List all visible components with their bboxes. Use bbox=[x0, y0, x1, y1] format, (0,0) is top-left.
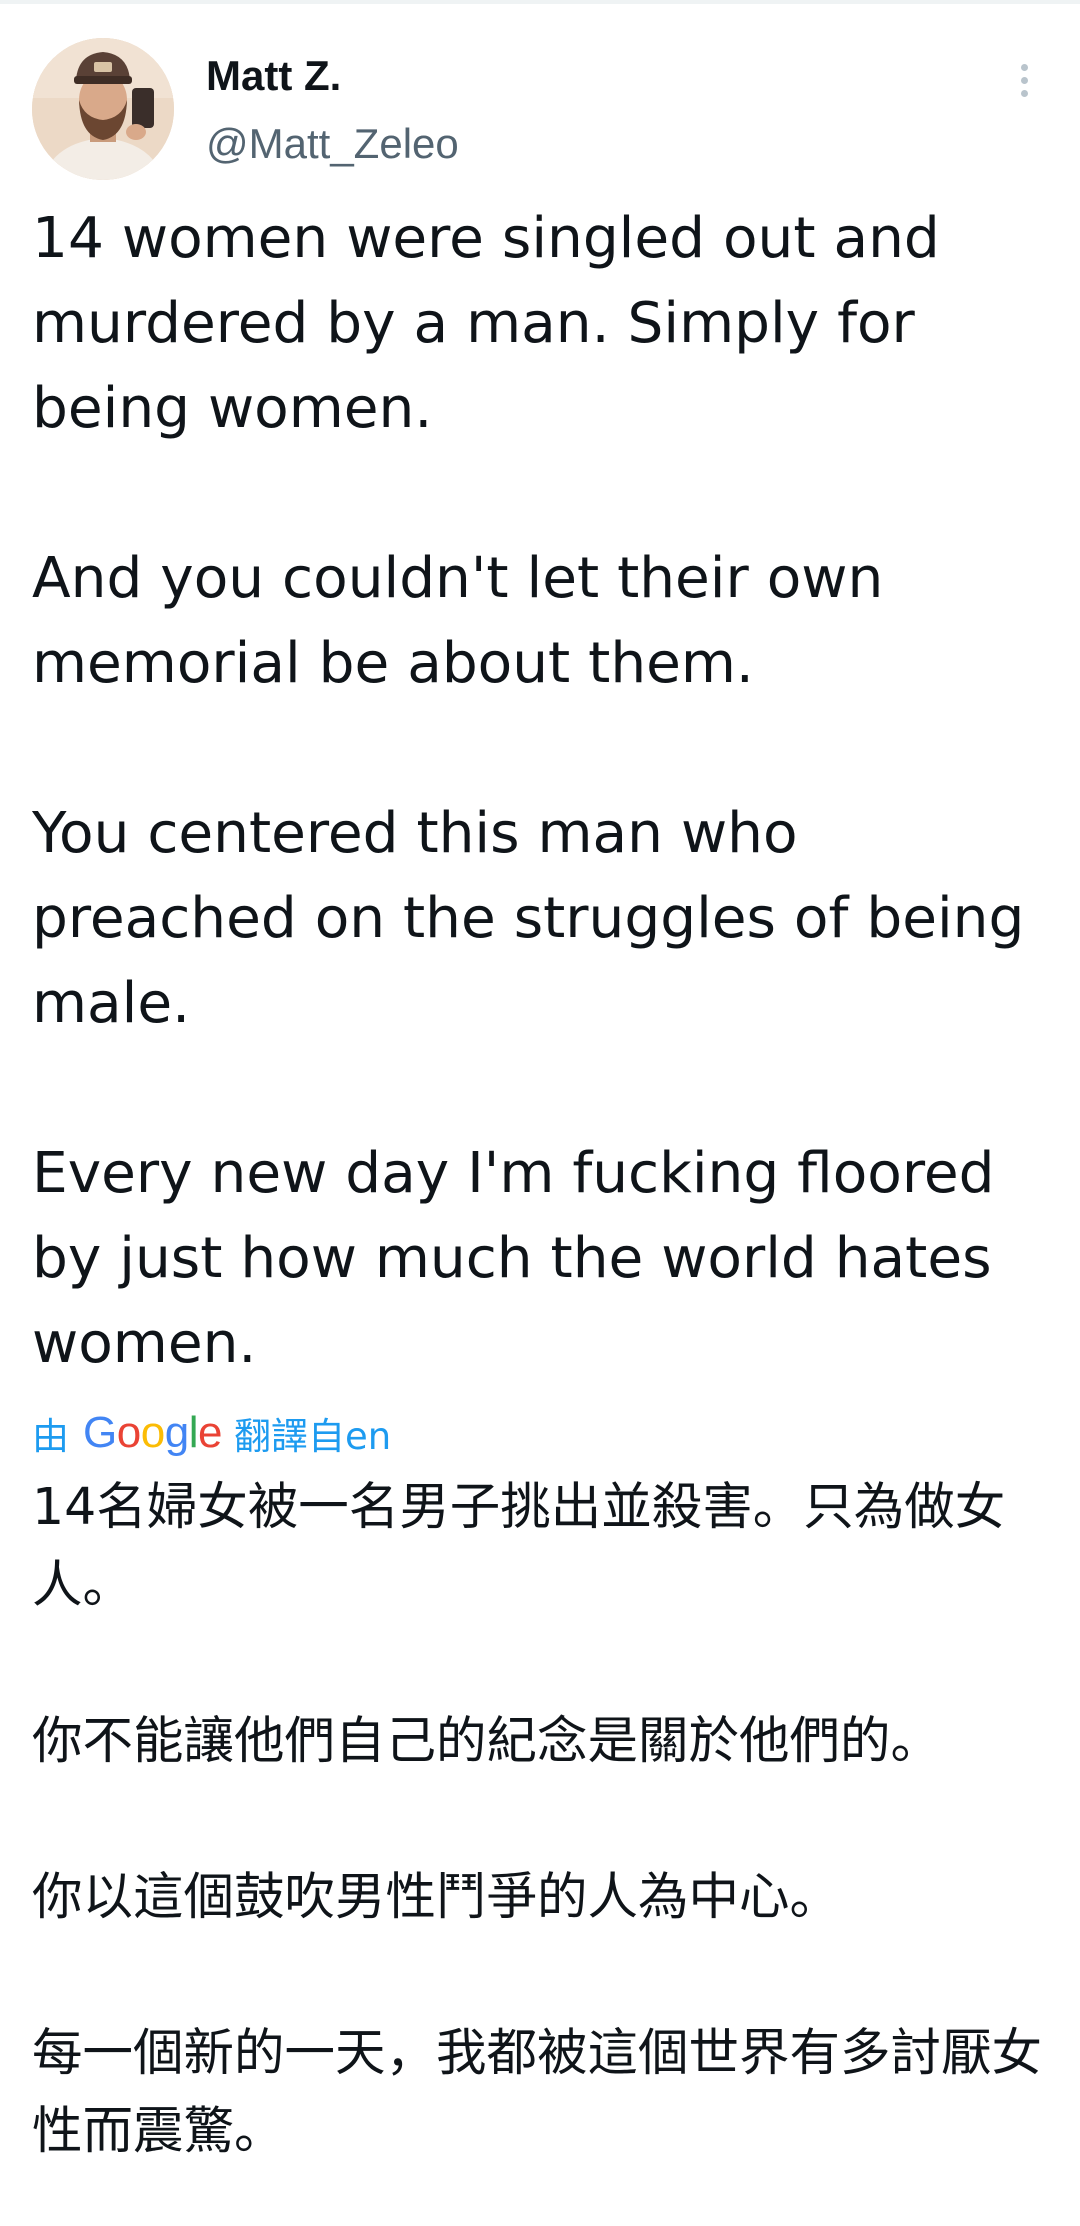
author-info: Matt Z. @Matt_Zeleo bbox=[206, 50, 459, 170]
tweet-text: 14 women were singled out and murdered b… bbox=[32, 196, 1048, 1386]
more-vertical-icon bbox=[1020, 63, 1028, 71]
translated-paragraph: 你以這個鼓吹男性鬥爭的人為中心。 bbox=[32, 1867, 840, 1926]
more-options-button[interactable] bbox=[1002, 58, 1046, 102]
tweet-paragraph: And you couldn't let their own memorial … bbox=[32, 546, 884, 696]
author-handle[interactable]: @Matt_Zeleo bbox=[206, 118, 459, 170]
translated-paragraph: 每一個新的一天，我都被這個世界有多討厭女性而震驚。 bbox=[32, 2023, 1042, 2160]
translation-source-language: 翻譯自en bbox=[233, 1415, 392, 1458]
tweet-paragraph: You centered this man who preached on th… bbox=[32, 801, 1025, 1036]
translated-paragraph: 14名婦女被一名男子挑出並殺害。只為做女人。 bbox=[32, 1477, 1006, 1614]
tweet-header: Matt Z. @Matt_Zeleo bbox=[0, 0, 1080, 200]
translated-paragraph: 你不能讓他們自己的紀念是關於他們的。 bbox=[32, 1711, 941, 1770]
translation-prefix: 由 bbox=[32, 1415, 69, 1458]
translation-attribution[interactable]: 由 Google 翻譯自en bbox=[32, 1405, 391, 1461]
more-vertical-icon-dot bbox=[1020, 89, 1028, 97]
tweet-paragraph: 14 women were singled out and murdered b… bbox=[32, 206, 940, 441]
avatar-photo bbox=[32, 38, 174, 180]
google-logo: Google bbox=[83, 1408, 222, 1457]
author-display-name[interactable]: Matt Z. bbox=[206, 50, 459, 102]
more-vertical-icon-dot bbox=[1020, 76, 1028, 84]
tweet-paragraph: Every new day I'm fucking floored by jus… bbox=[32, 1141, 995, 1376]
translated-tweet-text: 14名婦女被一名男子挑出並殺害。只為做女人。 你不能讓他們自己的紀念是關於他們的… bbox=[32, 1468, 1048, 2170]
avatar[interactable] bbox=[32, 38, 174, 180]
